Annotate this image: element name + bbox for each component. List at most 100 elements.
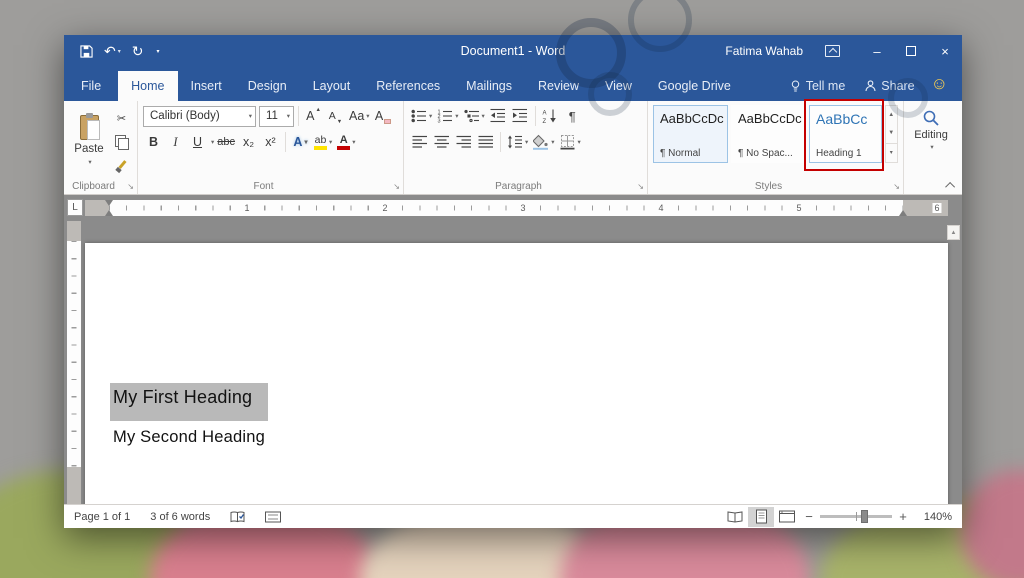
- account-name[interactable]: Fatima Wahab: [725, 44, 803, 58]
- tab-home[interactable]: Home: [118, 71, 177, 101]
- page-indicator[interactable]: Page 1 of 1: [74, 511, 130, 523]
- italic-button[interactable]: I: [165, 131, 186, 153]
- text-effects-button[interactable]: A▾: [290, 131, 311, 153]
- read-mode-button[interactable]: [722, 507, 748, 527]
- editing-button[interactable]: Editing ▾: [909, 105, 953, 151]
- document-page[interactable]: My First Heading My Second Heading: [85, 243, 948, 504]
- tell-me-box[interactable]: Tell me: [780, 71, 856, 101]
- share-button[interactable]: Share: [855, 71, 924, 101]
- bold-button[interactable]: B: [143, 131, 164, 153]
- numbering-button[interactable]: 123 ▾: [435, 105, 460, 127]
- style-no-spacing[interactable]: AaBbCcDc ¶ No Spac...: [731, 105, 806, 163]
- shrink-font-button[interactable]: A▼: [325, 105, 346, 127]
- word-count[interactable]: 3 of 6 words: [150, 511, 210, 523]
- proofing-status-button[interactable]: [230, 510, 245, 524]
- paste-clipboard-icon: [80, 115, 99, 140]
- tab-design[interactable]: Design: [235, 71, 300, 101]
- svg-text:Z: Z: [543, 119, 547, 124]
- language-keyboard-button[interactable]: [265, 511, 281, 523]
- style-heading-1[interactable]: AaBbCc Heading 1: [809, 105, 882, 163]
- borders-button[interactable]: ▾: [558, 131, 583, 153]
- tab-google-drive[interactable]: Google Drive: [645, 71, 744, 101]
- web-layout-button[interactable]: [774, 507, 800, 527]
- scrollbar-up-button[interactable]: ▲: [947, 225, 960, 240]
- close-button[interactable]: ×: [928, 35, 962, 67]
- vertical-ruler[interactable]: [67, 221, 81, 504]
- print-layout-button[interactable]: [748, 507, 774, 527]
- change-case-button[interactable]: Aa▾: [347, 105, 372, 127]
- zoom-out-button[interactable]: −: [800, 509, 818, 524]
- tab-layout[interactable]: Layout: [300, 71, 364, 101]
- customize-qat-button[interactable]: ▾: [156, 48, 159, 55]
- shading-button[interactable]: ▾: [531, 131, 556, 153]
- align-left-button[interactable]: [409, 131, 430, 153]
- grow-font-button[interactable]: A▲: [303, 105, 324, 127]
- styles-scroll-down-icon[interactable]: ▼: [886, 124, 898, 142]
- font-name-combo[interactable]: Calibri (Body) ▾: [143, 106, 256, 127]
- zoom-in-button[interactable]: +: [894, 509, 912, 524]
- statusbar-right: − + 140%: [722, 507, 952, 527]
- zoom-center-notch: [856, 512, 857, 521]
- increase-indent-button[interactable]: [510, 105, 531, 127]
- align-right-button[interactable]: [453, 131, 474, 153]
- paste-button[interactable]: Paste ▾: [69, 105, 109, 175]
- sort-button[interactable]: AZ: [540, 105, 561, 127]
- decrease-indent-button[interactable]: [488, 105, 509, 127]
- copy-button[interactable]: [111, 131, 132, 153]
- font-dialog-launcher-icon[interactable]: ↘: [393, 183, 400, 191]
- underline-button[interactable]: U: [187, 131, 208, 153]
- underline-caret-icon[interactable]: ▾: [211, 138, 214, 146]
- ribbon-display-options-icon[interactable]: [825, 45, 840, 57]
- tab-insert[interactable]: Insert: [178, 71, 235, 101]
- font-color-button[interactable]: A ▾: [335, 131, 357, 153]
- bullet-list-icon: [411, 108, 427, 124]
- paste-label: Paste: [74, 143, 103, 155]
- style-normal[interactable]: AaBbCcDc ¶ Normal: [653, 105, 728, 163]
- scroll-up-icon: ▲: [951, 230, 957, 236]
- redo-button[interactable]: ↻: [132, 43, 144, 60]
- tab-review[interactable]: Review: [525, 71, 592, 101]
- zoom-slider[interactable]: [820, 515, 892, 518]
- subscript-button[interactable]: x₂: [238, 131, 259, 153]
- styles-scroll-up-icon[interactable]: ▲: [886, 106, 898, 124]
- heading-2-text[interactable]: My Second Heading: [113, 428, 948, 447]
- multilevel-list-button[interactable]: ▾: [462, 105, 487, 127]
- clear-formatting-button[interactable]: A: [373, 105, 394, 127]
- font-size-combo[interactable]: 11 ▾: [259, 106, 294, 127]
- align-center-button[interactable]: [431, 131, 452, 153]
- justify-button[interactable]: [475, 131, 496, 153]
- feedback-smiley-icon[interactable]: ☺: [925, 74, 962, 98]
- tab-view[interactable]: View: [592, 71, 645, 101]
- show-formatting-marks-button[interactable]: ¶: [562, 105, 583, 127]
- quick-access-toolbar: ↶▾ ↻ ▾: [64, 43, 160, 60]
- horizontal-ruler[interactable]: 1 2 3 4 5 6: [85, 200, 948, 216]
- save-icon[interactable]: [80, 45, 93, 58]
- heading-1-text[interactable]: My First Heading: [113, 387, 252, 407]
- maximize-button[interactable]: [894, 35, 928, 67]
- clipboard-dialog-launcher-icon[interactable]: ↘: [127, 183, 134, 191]
- sort-az-icon: AZ: [542, 108, 558, 124]
- tab-file[interactable]: File: [64, 71, 118, 101]
- line-spacing-button[interactable]: ▾: [505, 131, 530, 153]
- bullets-button[interactable]: ▾: [409, 105, 434, 127]
- highlight-color-button[interactable]: ab ▾: [312, 131, 334, 153]
- style-heading-1-name: Heading 1: [816, 148, 875, 159]
- strikethrough-button[interactable]: abc: [215, 131, 237, 153]
- right-indent-marker[interactable]: [899, 210, 907, 216]
- styles-more-icon[interactable]: ▾: [886, 143, 898, 162]
- styles-dialog-launcher-icon[interactable]: ↘: [893, 183, 900, 191]
- tab-stop-selector[interactable]: L: [67, 199, 83, 216]
- minimize-button[interactable]: –: [860, 35, 894, 67]
- superscript-button[interactable]: x²: [260, 131, 281, 153]
- tab-references[interactable]: References: [363, 71, 453, 101]
- format-painter-button[interactable]: [111, 155, 132, 177]
- zoom-level[interactable]: 140%: [912, 511, 952, 523]
- tab-mailings[interactable]: Mailings: [453, 71, 525, 101]
- cut-button[interactable]: ✂: [111, 107, 132, 129]
- paragraph-dialog-launcher-icon[interactable]: ↘: [637, 183, 644, 191]
- first-line-indent-marker[interactable]: [105, 200, 113, 206]
- hanging-indent-marker[interactable]: [105, 210, 113, 216]
- paint-bucket-icon: [533, 134, 549, 150]
- zoom-slider-handle[interactable]: [861, 510, 868, 523]
- undo-button[interactable]: ↶▾: [104, 43, 121, 60]
